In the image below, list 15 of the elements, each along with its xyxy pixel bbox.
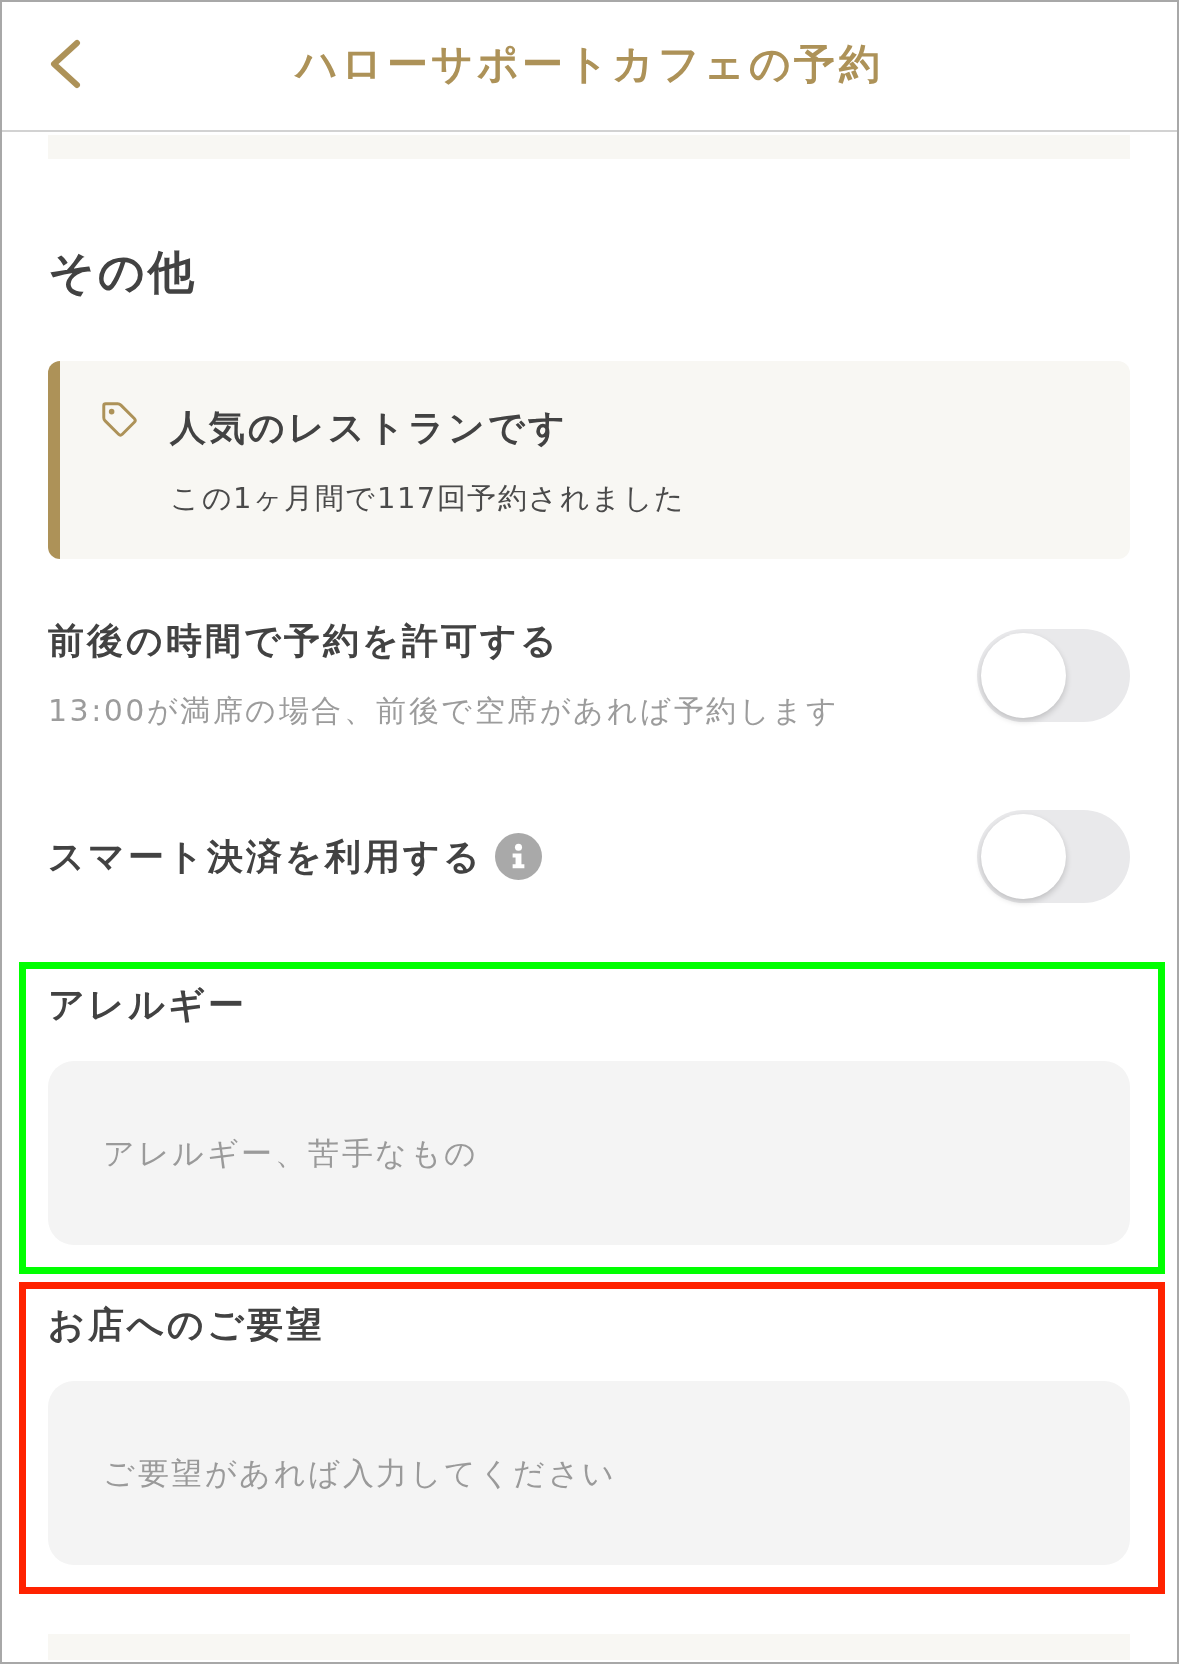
field-label: アレルギー <box>48 983 248 1027</box>
input-field[interactable]: アレルギー、苦手なもの <box>48 1061 1130 1245</box>
notice-text: この1ヶ月間で117回予約されました <box>170 480 686 517</box>
input-field[interactable]: ご要望があれば入力してください <box>48 1381 1130 1565</box>
tag-icon <box>101 401 138 438</box>
setting-label: スマート決済を利用する <box>48 834 483 879</box>
page-title: ハローサポートカフェの予約 <box>295 39 884 90</box>
back-button[interactable] <box>48 39 82 89</box>
info-icon[interactable] <box>495 833 542 880</box>
setting-label: 前後の時間で予約を許可する <box>48 619 560 663</box>
section-heading: その他 <box>48 244 198 301</box>
field-label: お店へのご要望 <box>48 1303 326 1347</box>
notice-title: 人気のレストランです <box>170 406 569 450</box>
chevron-left-icon <box>48 39 82 89</box>
setting-description: 13:00が満席の場合、前後で空席があれば予約します <box>48 692 840 730</box>
